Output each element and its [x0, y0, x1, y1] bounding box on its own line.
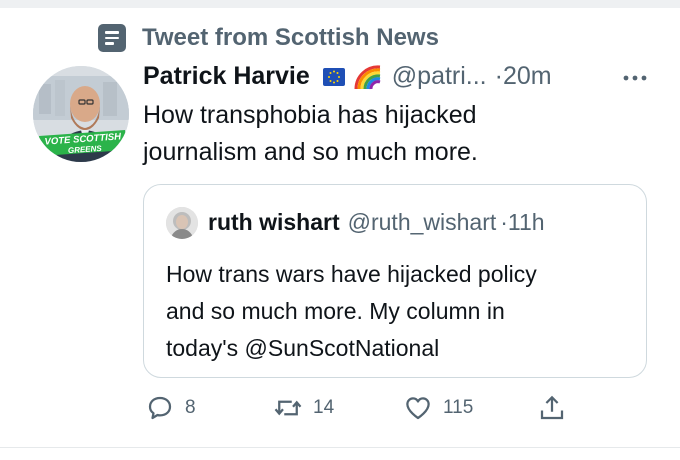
quote-text: How trans wars have hijacked policy and …	[166, 256, 636, 367]
like-count: 115	[443, 397, 474, 418]
tweet-header: Patrick Harvie @patri... · 20m	[143, 62, 552, 91]
heart-icon	[406, 397, 430, 420]
author-avatar[interactable]: VOTE SCOTTISH GREENS	[33, 66, 129, 162]
quote-text-line: How trans wars have hijacked policy	[166, 261, 537, 287]
share-icon	[540, 395, 564, 420]
quote-author-name: ruth wishart	[208, 209, 340, 235]
share-button[interactable]	[537, 393, 567, 423]
quote-author-handle: @ruth_wishart	[347, 209, 497, 235]
retweet-count: 14	[313, 397, 335, 418]
social-context[interactable]: Tweet from Scottish News	[98, 24, 439, 52]
quote-text-line: today's @SunScotNational	[166, 335, 440, 361]
quote-text-line: and so much more. My column in	[166, 298, 505, 324]
more-options-icon[interactable]	[622, 74, 648, 82]
quote-header: ruth wishart @ruth_wishart · 11h	[208, 209, 545, 236]
list-icon	[98, 24, 126, 52]
quote-author-avatar	[166, 207, 198, 239]
bottom-divider	[0, 447, 680, 448]
eu-flag-icon	[322, 67, 345, 86]
tweet-text-line: How transphobia has hijacked	[143, 101, 477, 129]
reply-icon	[148, 396, 172, 420]
quoted-tweet[interactable]: ruth wishart @ruth_wishart · 11h How tra…	[143, 184, 647, 378]
tweet-time[interactable]: 20m	[503, 62, 552, 91]
reply-button[interactable]: 8	[145, 393, 196, 423]
action-bar: 8 14 115	[145, 393, 585, 427]
retweet-icon	[274, 400, 302, 416]
author-name[interactable]: Patrick Harvie	[143, 62, 310, 91]
retweet-button[interactable]: 14	[273, 393, 334, 423]
top-divider	[0, 0, 680, 8]
separator-dot: ·	[494, 62, 503, 90]
quote-time: 11h	[507, 209, 545, 235]
tweet-text: How transphobia has hijacked journalism …	[143, 97, 643, 171]
rainbow-icon	[354, 64, 381, 89]
avatar-photo: VOTE SCOTTISH GREENS	[33, 66, 129, 162]
social-context-label: Tweet from Scottish News	[142, 24, 439, 51]
quote-avatar-photo	[166, 207, 198, 239]
reply-count: 8	[185, 397, 196, 418]
quote-separator-dot: ·	[500, 209, 508, 235]
like-button[interactable]: 115	[403, 393, 473, 423]
author-handle[interactable]: @patri...	[392, 62, 487, 91]
tweet-text-line: journalism and so much more.	[143, 138, 478, 166]
